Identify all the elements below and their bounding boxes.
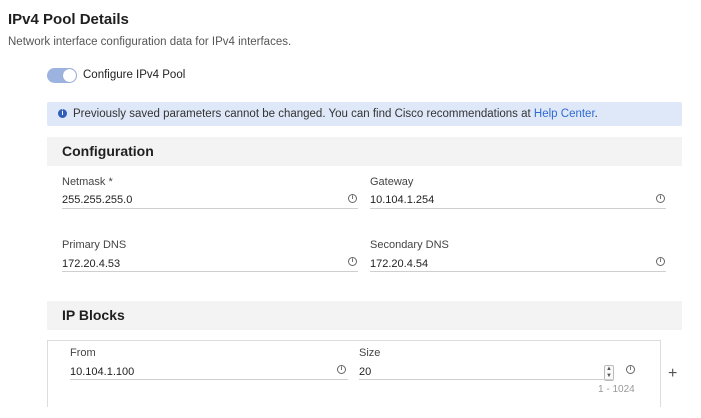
secondary-dns-label: Secondary DNS — [370, 239, 449, 251]
size-field[interactable]: 20 — [359, 366, 371, 378]
gateway-label: Gateway — [370, 176, 414, 188]
primary-dns-info-icon[interactable]: i — [348, 257, 357, 266]
gateway-info-icon[interactable]: i — [656, 194, 665, 203]
ip-block-row — [47, 340, 661, 407]
size-underline — [359, 379, 614, 380]
banner-message: Previously saved parameters cannot be ch… — [73, 108, 598, 120]
from-underline — [70, 379, 348, 380]
toggle-label: Configure IPv4 Pool — [83, 69, 186, 81]
page-subtitle: Network interface configuration data for… — [8, 36, 292, 48]
configuration-title: Configuration — [62, 143, 154, 159]
netmask-info-icon[interactable]: i — [348, 194, 357, 203]
netmask-label: Netmask * — [62, 176, 113, 188]
secondary-dns-field[interactable]: 172.20.4.54 — [370, 258, 428, 270]
primary-dns-label: Primary DNS — [62, 239, 127, 251]
primary-dns-field[interactable]: 172.20.4.53 — [62, 258, 120, 270]
secondary-dns-underline — [370, 271, 666, 272]
add-ip-block-icon[interactable]: + — [668, 365, 677, 383]
gateway-underline — [370, 208, 666, 209]
gateway-field[interactable]: 10.104.1.254 — [370, 194, 434, 206]
ip-blocks-title: IP Blocks — [62, 307, 125, 323]
banner-suffix: . — [594, 108, 598, 120]
secondary-dns-info-icon[interactable]: i — [656, 257, 665, 266]
netmask-field[interactable]: 255.255.255.0 — [62, 194, 132, 206]
netmask-underline — [62, 208, 358, 209]
info-icon: i — [58, 109, 67, 118]
toggle-knob — [63, 69, 76, 82]
size-range-hint: 1 - 1024 — [598, 384, 635, 395]
size-info-icon[interactable]: i — [626, 365, 635, 374]
size-label: Size — [359, 347, 381, 359]
page-title: IPv4 Pool Details — [8, 11, 129, 28]
from-field[interactable]: 10.104.1.100 — [70, 366, 134, 378]
from-info-icon[interactable]: i — [337, 365, 346, 374]
help-center-link[interactable]: Help Center — [534, 108, 595, 120]
ip-blocks-section-header — [47, 301, 682, 330]
banner-text: Previously saved parameters cannot be ch… — [73, 108, 534, 120]
from-label: From — [70, 347, 96, 359]
primary-dns-underline — [62, 271, 358, 272]
